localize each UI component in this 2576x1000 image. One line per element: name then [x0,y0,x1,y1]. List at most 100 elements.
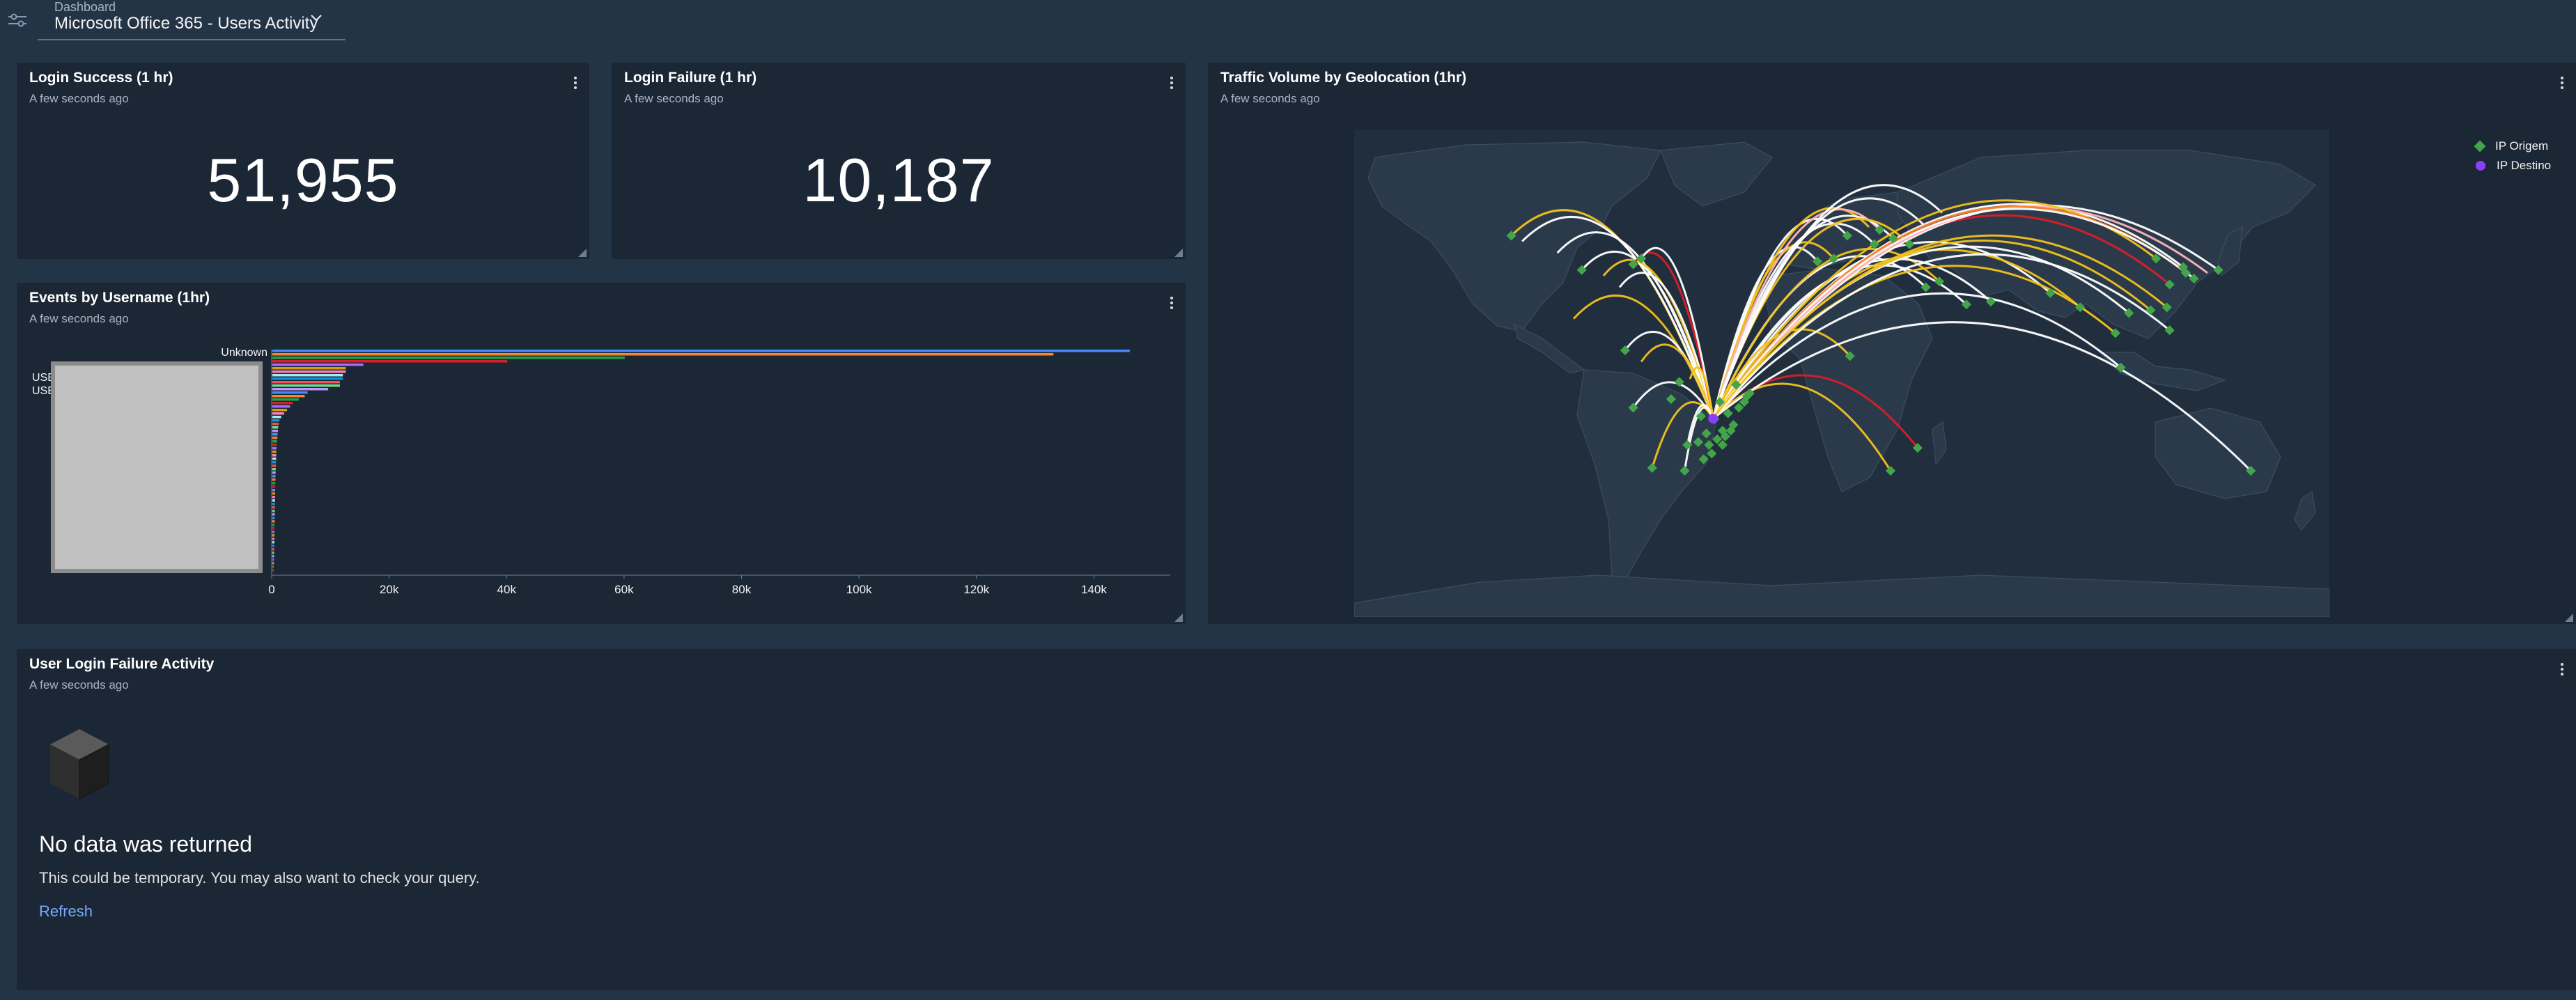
bar[interactable] [272,364,364,366]
resize-handle-icon[interactable] [1174,613,1183,622]
bar[interactable] [272,496,275,499]
bar[interactable] [272,478,276,481]
overflow-menu-icon[interactable] [568,74,582,92]
bar[interactable] [272,482,276,485]
top-bar: Dashboard Microsoft Office 365 - Users A… [0,0,2576,50]
bar[interactable] [272,384,340,387]
bar[interactable] [272,377,343,380]
bar[interactable] [272,353,1054,356]
bar[interactable] [272,419,280,422]
events-by-username-card: Events by Username (1hr) A few seconds a… [17,283,1186,624]
bar[interactable] [272,499,275,502]
overflow-menu-icon[interactable] [2555,660,2569,678]
bar[interactable] [272,398,299,401]
empty-state-description: This could be temporary. You may also wa… [39,869,480,886]
bar[interactable] [272,370,346,373]
diamond-swatch-icon [2474,140,2486,153]
login-success-value: 51,955 [207,146,399,214]
bar[interactable] [272,367,346,370]
bar[interactable] [272,531,275,533]
bar[interactable] [272,381,340,384]
bar[interactable] [272,555,274,558]
bar[interactable] [272,454,277,457]
destination-marker-dot[interactable] [1708,414,1718,424]
bar[interactable] [272,552,274,554]
filter-sliders-icon[interactable] [6,8,29,32]
bar[interactable] [272,395,305,398]
x-tick-label: 20k [380,583,399,596]
login-failure-card: Login Failure (1 hr) A few seconds ago 1… [612,63,1186,259]
bar[interactable] [272,437,278,439]
bar[interactable] [272,520,275,523]
bar[interactable] [272,412,284,415]
bar[interactable] [272,471,276,474]
bar[interactable] [272,423,279,425]
user-login-failure-card: User Login Failure Activity A few second… [17,649,2576,990]
bar[interactable] [272,444,277,446]
bar[interactable] [272,513,275,516]
bar[interactable] [272,416,281,419]
bar[interactable] [272,485,276,488]
bar[interactable] [272,541,274,544]
overflow-menu-icon[interactable] [1165,74,1179,92]
world-map[interactable] [1354,130,2329,617]
bar[interactable] [272,447,277,450]
refresh-link[interactable]: Refresh [39,903,93,921]
bar[interactable] [272,451,277,453]
resize-handle-icon[interactable] [1174,248,1183,257]
bar[interactable] [272,461,277,464]
login-success-card: Login Success (1 hr) A few seconds ago 5… [17,63,589,259]
bar[interactable] [272,492,275,495]
legend-label: IP Origem [2495,139,2549,153]
events-by-username-chart: UnknownUSEUSE0 20k 40k 60k 80k 100k 120k 140k [32,347,1170,596]
resize-handle-icon[interactable] [2565,613,2573,622]
bar[interactable] [272,569,274,572]
bar[interactable] [272,357,625,359]
bar[interactable] [272,524,275,526]
bar[interactable] [272,388,329,391]
bar[interactable] [272,426,279,429]
x-tick-label: 0 [268,583,274,596]
bar[interactable] [272,468,276,471]
bar[interactable] [272,558,274,561]
bar[interactable] [272,475,276,478]
x-tick-label: 80k [732,583,752,596]
resize-handle-icon[interactable] [578,248,587,257]
bar[interactable] [272,534,274,537]
bar[interactable] [272,433,278,436]
traffic-geolocation-card: Traffic Volume by Geolocation (1hr) A fe… [1208,63,2576,624]
bar[interactable] [272,506,275,509]
bar[interactable] [272,503,275,506]
bar[interactable] [272,430,279,432]
bar[interactable] [272,527,275,530]
bar[interactable] [272,510,275,513]
legend-item: IP Destino [2476,156,2573,175]
bar[interactable] [272,440,277,443]
bar[interactable] [272,538,274,540]
legend-label: IP Destino [2497,159,2552,172]
bar[interactable] [272,458,277,460]
overflow-menu-icon[interactable] [2555,74,2569,92]
bar[interactable] [272,409,288,412]
bar[interactable] [272,402,293,405]
card-updated-time: A few seconds ago [624,92,724,105]
bar[interactable] [272,565,274,568]
dashboard-selector[interactable]: Dashboard Microsoft Office 365 - Users A… [38,0,346,40]
bar[interactable] [272,405,290,408]
bar[interactable] [272,562,274,565]
y-tick-label: Unknown [221,347,267,359]
card-updated-time: A few seconds ago [29,92,129,105]
x-tick-label: 120k [963,583,989,596]
bar[interactable] [272,545,274,547]
legend-item: IP Origem [2474,136,2573,156]
bar[interactable] [272,517,275,519]
bar[interactable] [272,350,1130,352]
bar[interactable] [272,391,308,394]
x-tick-label: 40k [497,583,517,596]
bar[interactable] [272,374,343,377]
card-title: Login Failure (1 hr) [624,70,757,86]
bar[interactable] [272,360,508,363]
bar[interactable] [272,489,276,492]
bar[interactable] [272,464,277,467]
bar[interactable] [272,548,274,551]
